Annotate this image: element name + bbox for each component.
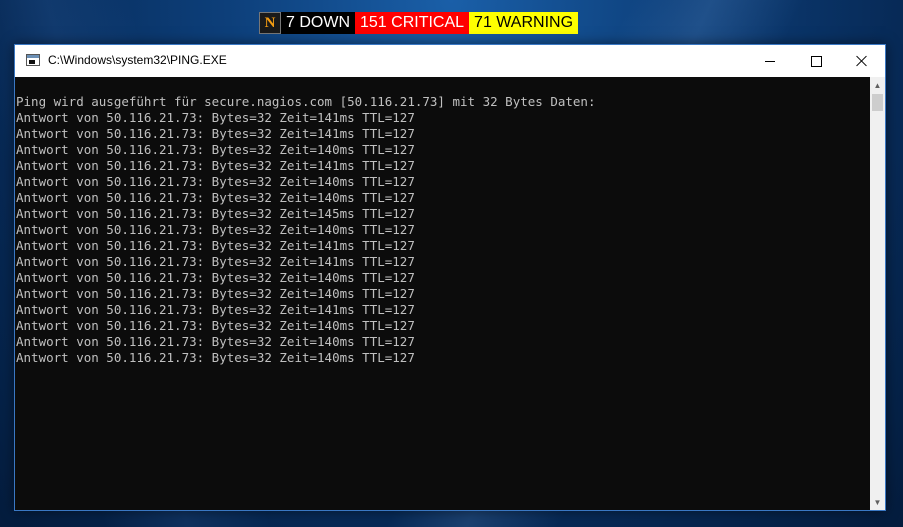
console-line: Antwort von 50.116.21.73: Bytes=32 Zeit=… xyxy=(16,190,415,205)
minimize-icon xyxy=(765,60,775,62)
close-button[interactable] xyxy=(839,45,885,77)
console-line: Antwort von 50.116.21.73: Bytes=32 Zeit=… xyxy=(16,318,415,333)
scroll-down-icon[interactable]: ▼ xyxy=(870,494,885,510)
close-icon xyxy=(856,55,868,67)
console-line: Antwort von 50.116.21.73: Bytes=32 Zeit=… xyxy=(16,222,415,237)
console-line: Antwort von 50.116.21.73: Bytes=32 Zeit=… xyxy=(16,174,415,189)
title-bar[interactable]: C:\Windows\system32\PING.EXE xyxy=(15,45,885,77)
scroll-up-icon[interactable]: ▲ xyxy=(870,77,885,93)
console-line: Antwort von 50.116.21.73: Bytes=32 Zeit=… xyxy=(16,350,415,365)
console-area[interactable]: Ping wird ausgeführt für secure.nagios.c… xyxy=(15,77,870,510)
console-line: Antwort von 50.116.21.73: Bytes=32 Zeit=… xyxy=(16,286,415,301)
console-output: Ping wird ausgeführt für secure.nagios.c… xyxy=(16,94,595,366)
console-line: Antwort von 50.116.21.73: Bytes=32 Zeit=… xyxy=(16,254,415,269)
minimize-button[interactable] xyxy=(747,45,793,77)
scroll-thumb[interactable] xyxy=(872,94,883,111)
window-title: C:\Windows\system32\PING.EXE xyxy=(48,53,227,67)
warning-count-badge[interactable]: 71 WARNING xyxy=(469,12,579,34)
console-line: Antwort von 50.116.21.73: Bytes=32 Zeit=… xyxy=(16,270,415,285)
console-line: Antwort von 50.116.21.73: Bytes=32 Zeit=… xyxy=(16,110,415,125)
console-line: Antwort von 50.116.21.73: Bytes=32 Zeit=… xyxy=(16,206,415,221)
console-line: Antwort von 50.116.21.73: Bytes=32 Zeit=… xyxy=(16,158,415,173)
console-line: Ping wird ausgeführt für secure.nagios.c… xyxy=(16,94,596,109)
down-count-badge[interactable]: 7 DOWN xyxy=(281,12,355,34)
console-line: Antwort von 50.116.21.73: Bytes=32 Zeit=… xyxy=(16,126,415,141)
console-line: Antwort von 50.116.21.73: Bytes=32 Zeit=… xyxy=(16,238,415,253)
nagios-logo-icon[interactable]: N xyxy=(259,12,281,34)
maximize-button[interactable] xyxy=(793,45,839,77)
console-line: Antwort von 50.116.21.73: Bytes=32 Zeit=… xyxy=(16,334,415,349)
critical-count-badge[interactable]: 151 CRITICAL xyxy=(355,12,470,34)
console-line: Antwort von 50.116.21.73: Bytes=32 Zeit=… xyxy=(16,142,415,157)
console-icon[interactable] xyxy=(26,54,40,66)
console-line: Antwort von 50.116.21.73: Bytes=32 Zeit=… xyxy=(16,302,415,317)
nagios-status-bar[interactable]: N 7 DOWN 151 CRITICAL 71 WARNING xyxy=(259,12,579,34)
vertical-scrollbar[interactable]: ▲ ▼ xyxy=(870,77,885,510)
console-window[interactable]: C:\Windows\system32\PING.EXE Ping wird a… xyxy=(14,44,886,511)
maximize-icon xyxy=(810,55,822,67)
